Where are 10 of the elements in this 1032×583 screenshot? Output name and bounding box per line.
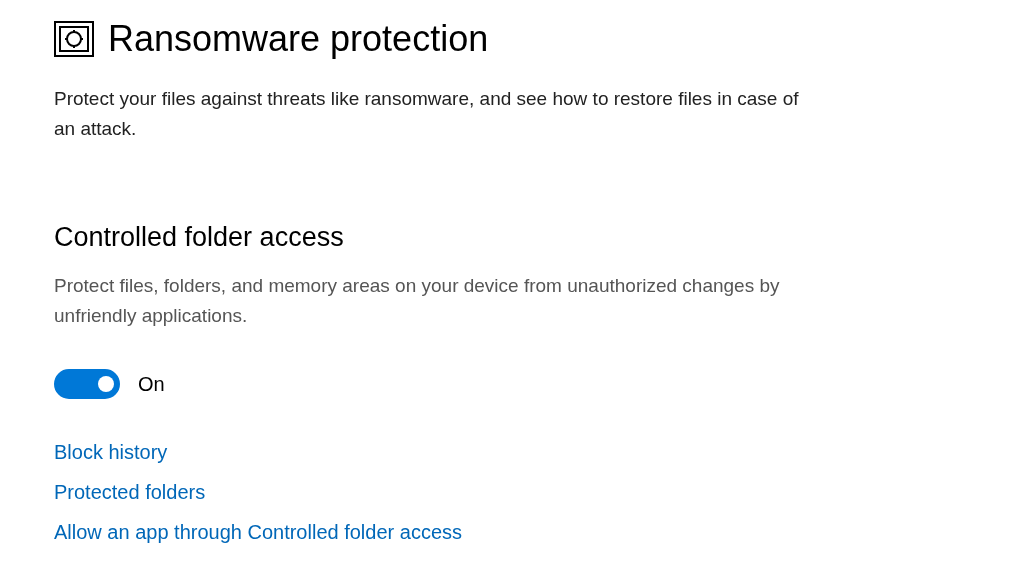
toggle-label: On xyxy=(138,372,165,396)
link[interactable]: Block history xyxy=(54,441,168,464)
link[interactable]: Allow an app through Controlled folder access xyxy=(54,521,463,544)
page-title: Ransomware protection xyxy=(108,18,489,60)
link[interactable]: Protected folders xyxy=(54,481,206,504)
page-description: Protect your files against threats like ransomware, and see how to restore files in case of an attack. xyxy=(54,87,800,141)
section-description: Protect files, folders, and memory areas on your device from unauthorized changes by unfriendly applications. xyxy=(54,274,781,328)
safe-icon xyxy=(54,21,94,57)
toggle-switch[interactable] xyxy=(54,369,120,399)
section-title: Controlled folder access xyxy=(54,222,345,253)
